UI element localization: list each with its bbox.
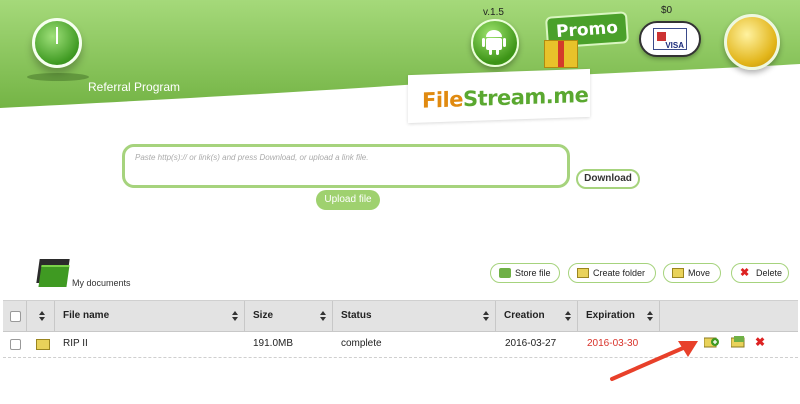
upload-file-button[interactable]: Upload file: [316, 190, 380, 210]
column-header-file-name[interactable]: File name: [55, 301, 245, 331]
row-checkbox[interactable]: [10, 339, 21, 350]
column-header-status[interactable]: Status: [333, 301, 496, 331]
move-file-icon[interactable]: [731, 336, 747, 348]
sort-icon: [320, 311, 326, 321]
delete-file-icon[interactable]: ✖: [755, 336, 771, 348]
type-column-header[interactable]: [27, 301, 55, 331]
app-version: v.1.5: [483, 7, 504, 18]
link-input-box: [122, 144, 570, 188]
download-button[interactable]: Download: [576, 169, 640, 189]
folder-icon: [36, 259, 70, 287]
create-folder-button[interactable]: Create folder: [568, 263, 656, 283]
delete-icon: ✖: [740, 267, 750, 279]
referral-program-link[interactable]: Referral Program: [88, 80, 180, 94]
file-table-header: File name Size Status Creation Expiratio…: [3, 300, 798, 332]
payment-card-button[interactable]: VISA: [639, 21, 701, 57]
visa-card-icon: VISA: [653, 28, 687, 50]
documents-title: My documents: [72, 278, 131, 288]
promo-button[interactable]: Promo: [540, 10, 630, 68]
header: Referral Program v.1.5 Promo $0 VISA Fil…: [0, 0, 800, 124]
sort-icon: [483, 311, 489, 321]
store-icon: [499, 268, 511, 278]
move-label: Move: [688, 268, 711, 278]
move-button[interactable]: Move: [663, 263, 721, 283]
sort-icon: [647, 311, 653, 321]
column-header-creation[interactable]: Creation: [496, 301, 578, 331]
download-file-icon[interactable]: [704, 336, 720, 348]
delete-button[interactable]: ✖ Delete: [731, 263, 789, 283]
annotation-arrow-icon: [610, 341, 698, 381]
select-all-checkbox[interactable]: [10, 311, 21, 322]
sort-icon: [39, 311, 45, 321]
header-background: [0, 0, 800, 108]
site-logo[interactable]: FileStream.me: [408, 68, 590, 124]
file-icon: [36, 339, 50, 350]
account-balance: $0: [661, 5, 673, 16]
file-size: 191.0MB: [253, 338, 294, 349]
column-header-expiration[interactable]: Expiration: [578, 301, 660, 331]
sort-icon: [232, 311, 238, 321]
delete-label: Delete: [756, 268, 783, 278]
file-name[interactable]: RIP II: [63, 331, 88, 357]
store-file-label: Store file: [515, 268, 551, 278]
link-input[interactable]: [133, 151, 562, 187]
file-status: complete: [341, 338, 382, 349]
sort-icon: [565, 311, 571, 321]
create-folder-label: Create folder: [593, 268, 646, 278]
move-icon: [672, 268, 684, 278]
premium-gold-icon[interactable]: [724, 14, 780, 70]
store-file-button[interactable]: Store file: [490, 263, 560, 283]
select-all-column: [3, 301, 27, 331]
new-folder-icon: [577, 268, 589, 278]
gift-icon: [544, 40, 578, 68]
file-creation-date: 2016-03-27: [505, 338, 557, 349]
android-app-icon[interactable]: [471, 19, 519, 67]
column-header-size[interactable]: Size: [245, 301, 333, 331]
clock-icon[interactable]: [27, 18, 89, 81]
